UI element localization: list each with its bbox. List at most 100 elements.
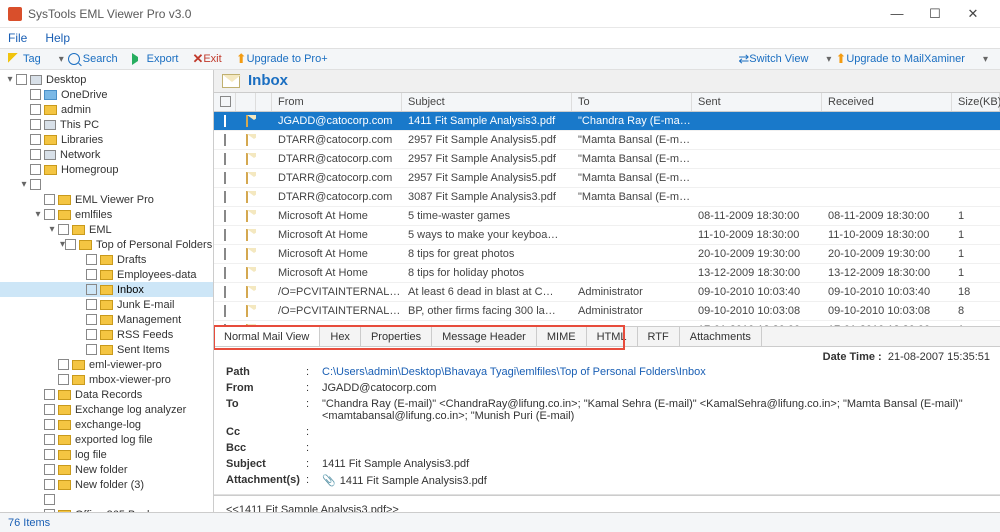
tree-checkbox[interactable] [58,374,69,385]
tree-checkbox[interactable] [86,299,97,310]
message-row[interactable]: DTARR@catocorp.com2957 Fit Sample Analys… [214,131,1000,150]
message-row[interactable]: Microsoft At Home5 time-waster games08-1… [214,207,1000,226]
message-row[interactable]: DTARR@catocorp.com3087 Fit Sample Analys… [214,188,1000,207]
switch-view-button[interactable]: ⇄Switch View [738,51,808,67]
tree-item[interactable]: ▸Network [0,147,213,162]
export-button[interactable]: Export [132,53,179,65]
tree-item[interactable]: ▸New folder [0,462,213,477]
tab-attachments[interactable]: Attachments [680,327,762,346]
tree-item[interactable]: ▸This PC [0,117,213,132]
exit-button[interactable]: ✕Exit [192,51,221,67]
tree-item[interactable]: ▸log file [0,447,213,462]
folder-tree[interactable]: ▾Desktop▸OneDrive▸admin▸This PC▸Librarie… [0,70,214,512]
tree-item[interactable]: ▸exported log file [0,432,213,447]
upgrade-pro-button[interactable]: ⬆Upgrade to Pro+ [236,51,328,67]
tree-checkbox[interactable] [65,239,76,250]
message-row[interactable]: DTARR@catocorp.com2957 Fit Sample Analys… [214,169,1000,188]
tree-item[interactable]: ▸Exchange log analyzer [0,402,213,417]
row-checkbox[interactable] [224,115,226,127]
tree-checkbox[interactable] [44,479,55,490]
tree-checkbox[interactable] [86,254,97,265]
message-list[interactable]: JGADD@catocorp.com1411 Fit Sample Analys… [214,112,1000,327]
tree-checkbox[interactable] [30,134,41,145]
message-row[interactable]: DTARR@catocorp.com2957 Fit Sample Analys… [214,150,1000,169]
message-row[interactable]: Microsoft At Home8 tips for holiday phot… [214,264,1000,283]
tree-checkbox[interactable] [44,209,55,220]
col-sent[interactable]: Sent [692,93,822,111]
tree-item[interactable]: ▸New folder (3) [0,477,213,492]
tree-item[interactable]: ▸Office 365 Backup [0,507,213,512]
tree-item[interactable]: ▸Junk E-mail [0,297,213,312]
tree-checkbox[interactable] [44,419,55,430]
row-checkbox[interactable] [224,134,226,146]
meta-attachment[interactable]: 📎1411 Fit Sample Analysis3.pdf [322,473,988,488]
message-row[interactable]: Microsoft At Home5 ways to make your key… [214,226,1000,245]
tree-checkbox[interactable] [30,119,41,130]
row-checkbox[interactable] [224,153,226,165]
tree-item[interactable]: ▸Sent Items [0,342,213,357]
tree-checkbox[interactable] [44,509,55,512]
tab-normal-mail-view[interactable]: Normal Mail View [214,327,320,346]
select-all-checkbox[interactable] [220,96,231,107]
tree-checkbox[interactable] [16,74,27,85]
tab-html[interactable]: HTML [587,327,638,346]
col-to[interactable]: To [572,93,692,111]
tab-mime[interactable]: MIME [537,327,587,346]
tree-item[interactable]: ▸exchange-log [0,417,213,432]
row-checkbox[interactable] [224,248,226,260]
tree-checkbox[interactable] [44,449,55,460]
tab-rtf[interactable]: RTF [638,327,680,346]
tree-checkbox[interactable] [44,494,55,505]
row-checkbox[interactable] [224,267,226,279]
tree-item[interactable]: ▸Libraries [0,132,213,147]
message-row[interactable]: Microsoft At Home8 tips for great photos… [214,245,1000,264]
minimize-button[interactable]: — [878,3,916,25]
col-from[interactable]: From [272,93,402,111]
tree-checkbox[interactable] [86,269,97,280]
tree-item[interactable]: ▸EML Viewer Pro [0,192,213,207]
tree-item[interactable]: ▸Management [0,312,213,327]
row-checkbox[interactable] [224,229,226,241]
search-button[interactable]: Search [68,53,118,65]
tree-item[interactable]: ▸eml-viewer-pro [0,357,213,372]
tab-message-header[interactable]: Message Header [432,327,537,346]
tree-item[interactable]: ▸mbox-viewer-pro [0,372,213,387]
col-size[interactable]: Size(KB) [952,93,1000,111]
col-received[interactable]: Received [822,93,952,111]
menu-file[interactable]: File [8,31,27,45]
tree-item[interactable]: ▾Top of Personal Folders [0,237,213,252]
tree-checkbox[interactable] [30,149,41,160]
tree-item[interactable]: ▸Drafts [0,252,213,267]
tree-item[interactable]: ▸ [0,492,213,507]
row-checkbox[interactable] [224,172,226,184]
tree-checkbox[interactable] [30,89,41,100]
tree-item[interactable]: ▸Homegroup [0,162,213,177]
meta-path[interactable]: C:\Users\admin\Desktop\Bhavaya Tyagi\eml… [322,365,988,379]
tree-item[interactable]: ▸RSS Feeds [0,327,213,342]
tree-checkbox[interactable] [30,164,41,175]
tree-item[interactable]: ▾EML [0,222,213,237]
row-checkbox[interactable] [224,191,226,203]
tree-checkbox[interactable] [86,344,97,355]
message-row[interactable]: /O=PCVITAINTERNAL/OU=FI…At least 6 dead … [214,283,1000,302]
row-checkbox[interactable] [224,286,226,298]
tree-item[interactable]: ▾ [0,177,213,192]
tab-properties[interactable]: Properties [361,327,432,346]
tree-checkbox[interactable] [58,359,69,370]
tree-item[interactable]: ▸Data Records [0,387,213,402]
col-subject[interactable]: Subject [402,93,572,111]
tag-button[interactable]: Tag [8,53,41,65]
tree-checkbox[interactable] [44,389,55,400]
tree-checkbox[interactable] [44,194,55,205]
tree-checkbox[interactable] [30,179,41,190]
tree-item[interactable]: ▸OneDrive [0,87,213,102]
tree-item[interactable]: ▾Desktop [0,72,213,87]
tree-checkbox[interactable] [58,224,69,235]
tree-item[interactable]: ▸Inbox [0,282,213,297]
message-row[interactable]: /O=PCVITAINTERNAL/OU=FI…BP, other firms … [214,302,1000,321]
tree-checkbox[interactable] [86,284,97,295]
tree-item[interactable]: ▸admin [0,102,213,117]
row-checkbox[interactable] [224,210,226,222]
row-checkbox[interactable] [224,305,226,317]
tree-checkbox[interactable] [44,404,55,415]
